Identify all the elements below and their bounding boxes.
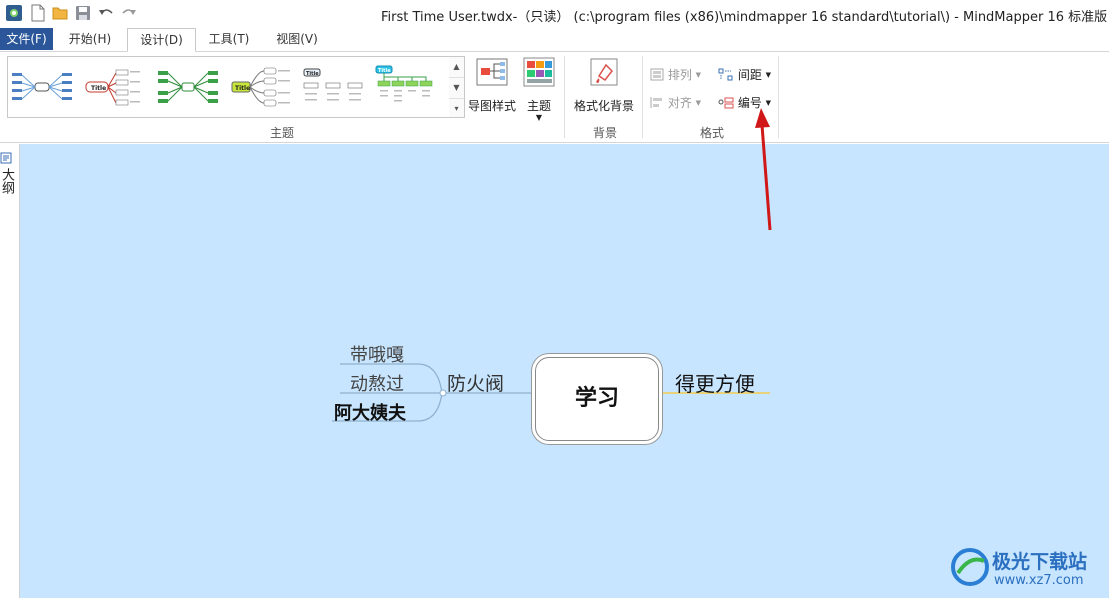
watermark-logo-icon [951,548,989,586]
subtopic-3[interactable]: 阿大姨夫 [334,399,406,425]
central-topic-label: 学习 [574,386,619,411]
annotation-arrow-head [755,108,770,128]
annotation-arrow-shaft [760,124,772,231]
left-topic[interactable]: 防火阀 [447,369,504,396]
subtopic-1[interactable]: 带哦嘎 [350,341,404,367]
central-topic[interactable]: 学习 [535,357,659,441]
right-topic[interactable]: 得更方便 [675,368,755,397]
watermark-name: 极光下载站 [992,551,1088,573]
mindmap-connectors [332,108,772,422]
subtopic-2[interactable]: 动熬过 [350,370,404,396]
watermark: 极光下载站 www.xz7.com [950,545,1105,593]
watermark-url: www.xz7.com [994,573,1084,588]
